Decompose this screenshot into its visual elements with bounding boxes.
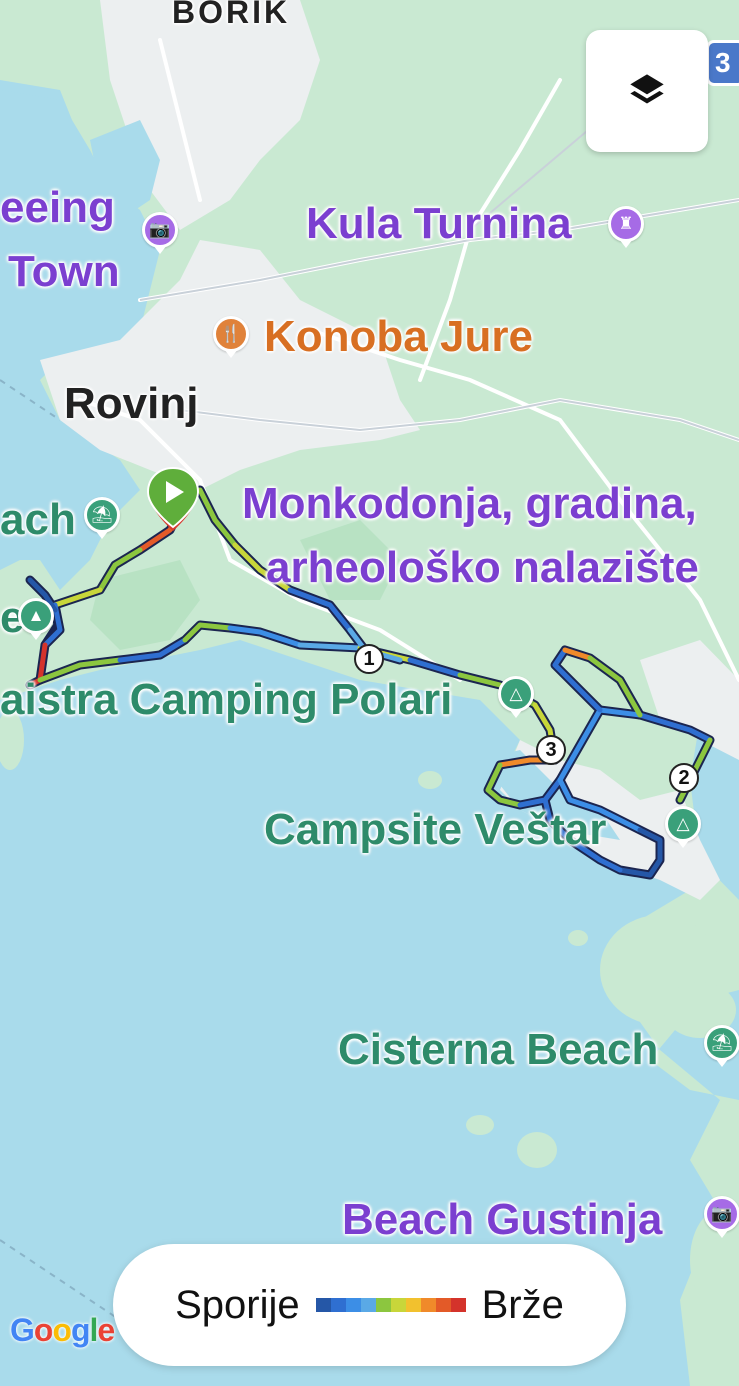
legend-gradient-swatch: [405, 1298, 421, 1312]
route-marker-3[interactable]: 3: [536, 735, 566, 765]
tree-icon[interactable]: ▲: [18, 598, 54, 634]
beach-umbrella-icon[interactable]: ⛱: [704, 1025, 739, 1061]
legend-gradient-swatch: [360, 1298, 376, 1312]
map-label-borik: BORIK: [172, 0, 291, 30]
beach-umbrella-icon[interactable]: ⛱: [84, 497, 120, 533]
map-label-campsite-vestar: Campsite Veštar: [264, 805, 607, 854]
map-label-sightseeing: eeing: [0, 183, 115, 232]
camera-icon[interactable]: 📷: [704, 1196, 739, 1232]
tower-icon[interactable]: ♜: [608, 206, 644, 242]
map-label-town: Town: [8, 247, 120, 296]
tent-icon[interactable]: △: [665, 806, 701, 842]
layers-icon: [630, 74, 664, 104]
island: [568, 930, 588, 946]
island: [466, 1115, 494, 1135]
map-label-monkodonja: Monkodonja, gradina,: [242, 479, 697, 528]
layers-button[interactable]: [586, 30, 708, 152]
camera-icon[interactable]: 📷: [142, 212, 178, 248]
legend-gradient-swatch: [330, 1298, 346, 1312]
map-label-camping-polari: aistra Camping Polari: [0, 675, 453, 724]
legend-gradient-swatch: [315, 1298, 331, 1312]
road-number-badge: 3: [706, 40, 739, 86]
start-pin[interactable]: [145, 466, 201, 537]
map-label-monkodonja-2: arheološko nalazište: [266, 543, 699, 592]
legend-gradient-swatch: [345, 1298, 361, 1312]
route-marker-1[interactable]: 1: [354, 644, 384, 674]
map-label-cisterna-beach: Cisterna Beach: [338, 1025, 659, 1074]
map-label-konoba-jure: Konoba Jure: [264, 312, 533, 361]
map-label-rovinj: Rovinj: [64, 379, 199, 428]
tent-icon[interactable]: △: [498, 676, 534, 712]
legend-gradient-swatch: [450, 1298, 466, 1312]
legend-gradient-swatch: [435, 1298, 451, 1312]
map-label-beach-gustinja: Beach Gustinja: [342, 1195, 663, 1244]
map-label-beach: ach: [0, 495, 76, 544]
island: [517, 1132, 557, 1168]
island: [418, 771, 442, 789]
cutlery-icon[interactable]: 🍴: [213, 316, 249, 352]
legend-gradient-bar: [315, 1298, 466, 1312]
play-icon: [146, 466, 200, 531]
ferry-line: [0, 1239, 121, 1321]
legend-slower-label: Sporije: [175, 1282, 300, 1327]
route-marker-2[interactable]: 2: [669, 763, 699, 793]
legend-gradient-swatch: [420, 1298, 436, 1312]
legend-gradient-swatch: [390, 1298, 406, 1312]
legend-gradient-swatch: [375, 1298, 391, 1312]
map-label-kula-turnina: Kula Turnina: [306, 199, 572, 248]
google-logo: Google: [10, 1312, 115, 1348]
legend-faster-label: Brže: [481, 1282, 564, 1327]
speed-legend: Sporije Brže: [113, 1244, 626, 1366]
